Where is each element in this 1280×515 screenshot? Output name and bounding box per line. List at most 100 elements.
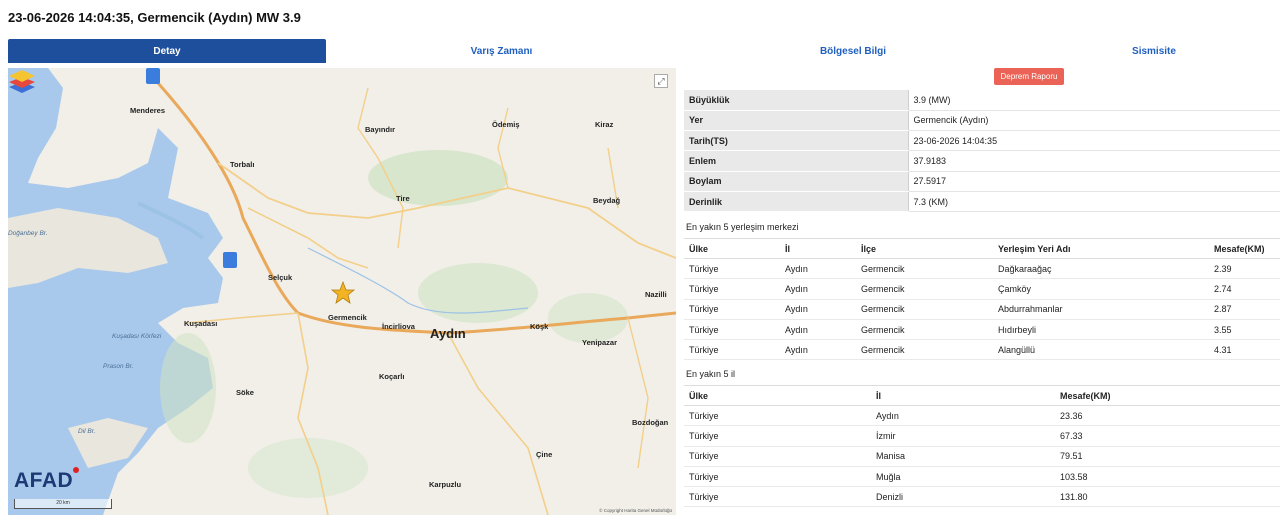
table-row: Türkiye Aydın Germencik Dağkaraağaç 2.39	[684, 258, 1280, 280]
column-header: Mesafe(KM)	[1055, 385, 1280, 406]
table-cell: Denizli	[871, 486, 1055, 508]
table-cell: 2.39	[1209, 258, 1280, 280]
table-cell: Türkiye	[684, 339, 780, 361]
info-key: Boylam	[684, 171, 909, 192]
column-header: İl	[780, 238, 856, 259]
page-title: 23-06-2026 14:04:35, Germencik (Aydın) M…	[8, 10, 301, 25]
map-view[interactable]: Menderes Torbalı Bayındır Ödemiş Kiraz T…	[8, 68, 676, 515]
map-label-germencik: Germencik	[328, 313, 367, 322]
tab-sismisite[interactable]: Sismisite	[1029, 39, 1279, 63]
table-cell: Muğla	[871, 466, 1055, 488]
map-label-incirliova: İncirliova	[382, 322, 415, 331]
info-key: Enlem	[684, 150, 909, 172]
fullscreen-icon[interactable]: ⤢	[654, 74, 668, 88]
tab-varis-zamani[interactable]: Varış Zamanı	[326, 39, 677, 63]
table-cell: 67.33	[1055, 425, 1280, 447]
tab-bolgesel-bilgi[interactable]: Bölgesel Bilgi	[677, 39, 1029, 63]
info-key: Büyüklük	[684, 90, 909, 111]
map-label-kocarli: Koçarlı	[379, 372, 405, 381]
table-cell: Türkiye	[684, 486, 871, 508]
map-label-torbali: Torbalı	[230, 160, 255, 169]
table-row: Türkiye Aydın Germencik Çamköy 2.74	[684, 278, 1280, 300]
settlements-title: En yakın 5 yerleşim merkezi	[686, 222, 799, 232]
table-cell: 131.80	[1055, 486, 1280, 508]
info-value: 27.5917	[908, 171, 1280, 192]
table-row: Türkiye Aydın Germencik Hıdırbeyli 3.55	[684, 319, 1280, 341]
table-cell: Türkiye	[684, 258, 780, 280]
info-row: Yer Germencik (Aydın)	[684, 110, 1280, 132]
info-value: 3.9 (MW)	[908, 90, 1280, 111]
provinces-title: En yakın 5 il	[686, 369, 736, 379]
table-row: Türkiye Aydın Germencik Alangüllü 4.31	[684, 339, 1280, 361]
map-label-yenipazar: Yenipazar	[582, 338, 618, 347]
map-label-karpuzlu: Karpuzlu	[429, 480, 462, 489]
info-table: Büyüklük 3.9 (MW) Yer Germencik (Aydın) Ta…	[684, 90, 1280, 213]
tab-detay[interactable]: Detay	[8, 39, 326, 63]
table-cell: Hıdırbeyli	[993, 319, 1209, 341]
info-value: 23-06-2026 14:04:35	[908, 130, 1280, 152]
map-label-cine: Çine	[536, 450, 553, 459]
info-key: Yer	[684, 110, 909, 132]
layers-icon[interactable]	[8, 68, 36, 94]
info-row: Boylam 27.5917	[684, 171, 1280, 192]
table-cell: Aydın	[780, 258, 856, 280]
table-cell: 4.31	[1209, 339, 1280, 361]
table-cell: Abdurrahmanlar	[993, 299, 1209, 320]
table-cell: 103.58	[1055, 466, 1280, 488]
table-cell: Germencik	[856, 299, 993, 320]
info-value: Germencik (Aydın)	[908, 110, 1280, 132]
table-cell: 3.55	[1209, 319, 1280, 341]
map-label-dil: Dil Br.	[78, 428, 96, 435]
map-label-kusadasi: Kuşadası	[184, 319, 218, 328]
table-cell: 2.74	[1209, 278, 1280, 300]
map-label-kusadasi-korfezi: Kuşadası Körfezi	[112, 333, 162, 340]
column-header: İlçe	[856, 238, 993, 259]
table-row: Türkiye Manisa 79.51	[684, 446, 1280, 467]
provinces-table: Ülke İl Mesafe(KM) Türkiye Aydın 23.36 Tür…	[684, 385, 1280, 508]
table-row: Türkiye Denizli 131.80	[684, 486, 1280, 508]
table-row: Türkiye İzmir 67.33	[684, 425, 1280, 447]
map-label-tire: Tire	[396, 194, 410, 203]
info-row: Enlem 37.9183	[684, 150, 1280, 172]
map-copyright: © Copyright Harita Genel Müdürlüğü	[599, 508, 672, 513]
table-cell: Türkiye	[684, 319, 780, 341]
info-value: 37.9183	[908, 150, 1280, 172]
table-cell: Türkiye	[684, 446, 871, 467]
table-cell: Türkiye	[684, 278, 780, 300]
table-cell: Aydın	[780, 299, 856, 320]
map-label-nazilli: Nazilli	[645, 290, 667, 299]
table-cell: Germencik	[856, 339, 993, 361]
table-cell: Türkiye	[684, 425, 871, 447]
table-row: Türkiye Muğla 103.58	[684, 466, 1280, 488]
table-cell: 2.87	[1209, 299, 1280, 320]
map-label-odemis: Ödemiş	[492, 120, 520, 129]
map-label-soke: Söke	[236, 388, 254, 397]
map-label-kiraz: Kiraz	[595, 120, 614, 129]
table-row: Türkiye Aydın 23.36	[684, 405, 1280, 427]
info-key: Tarih(TS)	[684, 130, 909, 152]
scale-bar: 20 km	[14, 499, 112, 509]
deprem-raporu-button[interactable]: Deprem Raporu	[994, 68, 1064, 85]
afad-logo-mark	[73, 467, 79, 473]
settlements-table: Ülke İl İlçe Yerleşim Yeri Adı Mesafe(KM…	[684, 238, 1280, 361]
column-header: İl	[871, 385, 1055, 406]
info-value: 7.3 (KM)	[908, 191, 1280, 213]
info-row: Tarih(TS) 23-06-2026 14:04:35	[684, 130, 1280, 152]
table-cell: Manisa	[871, 446, 1055, 467]
table-cell: Türkiye	[684, 405, 871, 427]
info-key: Derinlik	[684, 191, 909, 213]
table-cell: Aydın	[780, 278, 856, 300]
column-header: Ülke	[684, 238, 780, 259]
info-row: Büyüklük 3.9 (MW)	[684, 90, 1280, 111]
column-header: Yerleşim Yeri Adı	[993, 238, 1209, 259]
table-cell: Türkiye	[684, 299, 780, 320]
map-label-aydin: Aydın	[430, 326, 466, 341]
table-cell: Aydın	[780, 339, 856, 361]
map-label-bozdogan: Bozdoğan	[632, 418, 669, 427]
map-label-menderes: Menderes	[130, 106, 166, 115]
map-canvas	[8, 68, 676, 515]
table-cell: Germencik	[856, 258, 993, 280]
map-label-bayindir: Bayındır	[365, 125, 396, 134]
table-cell: Alangüllü	[993, 339, 1209, 361]
table-cell: Germencik	[856, 278, 993, 300]
